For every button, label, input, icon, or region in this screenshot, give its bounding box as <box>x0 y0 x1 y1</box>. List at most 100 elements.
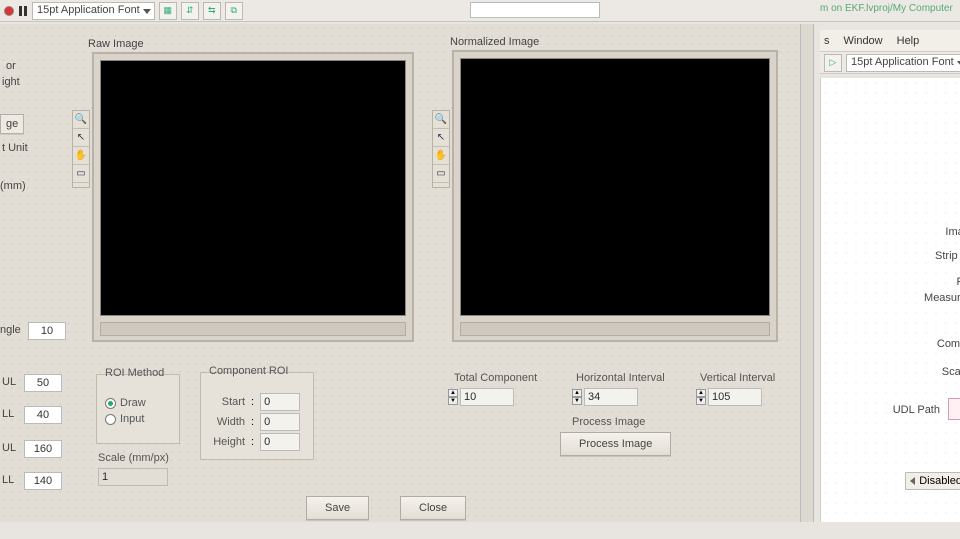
disabled-selector[interactable]: Disabled <box>905 472 960 490</box>
spin-up-icon[interactable]: ▲ <box>448 389 458 397</box>
button-fragment-ge[interactable]: ge <box>0 114 24 134</box>
reorder-icon[interactable]: ⧉ <box>225 2 243 20</box>
font-selector-label: 15pt Application Font <box>37 4 140 16</box>
zoom-icon[interactable]: 🔍 <box>433 111 449 129</box>
norm-image-canvas <box>460 58 770 316</box>
align-icon-1[interactable]: ▦ <box>159 2 177 20</box>
start-label: Start <box>209 396 245 408</box>
secondary-window-title: m on EKF.lvproj/My Computer <box>820 3 960 14</box>
menu-help[interactable]: Help <box>897 35 920 47</box>
roi-draw-label: Draw <box>120 397 146 409</box>
ul2-input[interactable] <box>24 440 62 458</box>
ul1-label: UL <box>2 376 16 388</box>
rlabel-roi: ROI <box>956 276 960 288</box>
total-component-input[interactable] <box>460 388 514 406</box>
spin-down-icon[interactable]: ▼ <box>572 397 582 405</box>
label-fragment-mm: (mm) <box>0 180 26 192</box>
zoom-icon[interactable]: 🔍 <box>73 111 89 129</box>
spin-down-icon[interactable]: ▼ <box>696 397 706 405</box>
save-button[interactable]: Save <box>306 496 369 520</box>
scale-px-label: Scale (mm/px) <box>98 452 169 464</box>
total-component-spinner[interactable]: ▲▼ <box>448 388 514 406</box>
udl-path-node-icon[interactable] <box>948 398 960 420</box>
norm-image-caption <box>460 322 770 336</box>
sec-run-icon[interactable]: ▷ <box>824 54 842 72</box>
angle-label: ngle <box>0 324 21 336</box>
search-input[interactable] <box>470 2 600 18</box>
ll2-label: LL <box>2 474 14 486</box>
scale-px-input[interactable] <box>98 468 168 486</box>
roi-input-radio[interactable]: Input <box>105 413 171 425</box>
sec-font-label: 15pt Application Font <box>851 56 954 68</box>
roi-method-legend: ROI Method <box>103 367 166 379</box>
rlabel-strip: Strip Ma <box>935 250 960 262</box>
front-panel: or ight ge t Unit (mm) ngle UL LL UL LL … <box>0 24 806 522</box>
spin-down-icon[interactable]: ▼ <box>448 397 458 405</box>
align-icon-2[interactable]: ⇵ <box>181 2 199 20</box>
roi-method-group: ROI Method Draw Input <box>96 374 180 444</box>
align-icon-3[interactable]: ⇆ <box>203 2 221 20</box>
h-interval-label: Horizontal Interval <box>576 372 665 384</box>
rlabel-meas: Measurem <box>924 292 960 304</box>
radio-off-icon <box>105 414 116 425</box>
spin-up-icon[interactable]: ▲ <box>572 389 582 397</box>
label-fragment-ight: ight <box>2 76 20 88</box>
font-selector[interactable]: 15pt Application Font <box>32 2 155 20</box>
height-input[interactable] <box>260 433 300 451</box>
rlabel-image: Image <box>945 226 960 238</box>
rlabel-compor: Compor <box>937 338 960 350</box>
width-label: Width <box>209 416 245 428</box>
ll1-input[interactable] <box>24 406 62 424</box>
norm-image-display[interactable] <box>452 50 778 342</box>
v-interval-label: Vertical Interval <box>700 372 775 384</box>
raw-image-canvas <box>100 60 406 316</box>
pointer-icon[interactable]: ↖ <box>73 129 89 147</box>
start-input[interactable] <box>260 393 300 411</box>
total-component-label: Total Component <box>454 372 537 384</box>
v-interval-spinner[interactable]: ▲▼ <box>696 388 762 406</box>
h-interval-input[interactable] <box>584 388 638 406</box>
ul2-label: UL <box>2 442 16 454</box>
radio-on-icon <box>105 398 116 409</box>
rect-icon[interactable]: ▭ <box>433 165 449 183</box>
ll1-label: LL <box>2 408 14 420</box>
secondary-menu-bar: s Window Help <box>820 30 960 52</box>
roi-draw-radio[interactable]: Draw <box>105 397 171 409</box>
sec-font-selector[interactable]: 15pt Application Font <box>846 54 960 72</box>
spin-up-icon[interactable]: ▲ <box>696 389 706 397</box>
rect-icon[interactable]: ▭ <box>73 165 89 183</box>
disabled-label: Disabled <box>919 475 960 487</box>
roi-input-label: Input <box>120 413 144 425</box>
h-interval-spinner[interactable]: ▲▼ <box>572 388 638 406</box>
rlabel-scale: Scale ( <box>942 366 960 378</box>
width-input[interactable] <box>260 413 300 431</box>
menu-fragment-s[interactable]: s <box>824 35 830 47</box>
v-interval-input[interactable] <box>708 388 762 406</box>
main-toolbar: 15pt Application Font ▦ ⇵ ⇆ ⧉ <box>0 0 960 22</box>
ul1-input[interactable] <box>24 374 62 392</box>
front-panel-scrollbar[interactable] <box>800 24 814 522</box>
ll2-input[interactable] <box>24 472 62 490</box>
angle-input[interactable] <box>28 322 66 340</box>
raw-image-caption <box>100 322 406 336</box>
close-button[interactable]: Close <box>400 496 466 520</box>
menu-window[interactable]: Window <box>844 35 883 47</box>
raw-image-label: Raw Image <box>88 38 144 50</box>
hand-icon[interactable]: ✋ <box>73 147 89 165</box>
chevron-down-icon <box>143 9 151 14</box>
raw-image-display[interactable] <box>92 52 414 342</box>
run-indicator-icon[interactable] <box>4 6 14 16</box>
chevron-left-icon <box>910 477 915 485</box>
norm-image-label: Normalized Image <box>450 36 539 48</box>
secondary-toolbar: ▷ 15pt Application Font <box>820 52 960 74</box>
hand-icon[interactable]: ✋ <box>433 147 449 165</box>
pointer-icon[interactable]: ↖ <box>433 129 449 147</box>
label-fragment-tunit: t Unit <box>2 142 28 154</box>
block-diagram-panel: Image Strip Ma ROI Measurem Compor Scale… <box>820 78 960 522</box>
height-label: Height <box>209 436 245 448</box>
process-image-label: Process Image <box>572 416 645 428</box>
pause-icon[interactable] <box>18 6 28 16</box>
raw-tool-palette: 🔍 ↖ ✋ ▭ <box>72 110 90 188</box>
component-roi-group: Component ROI Start : Width : Height : <box>200 372 314 460</box>
process-image-button[interactable]: Process Image <box>560 432 671 456</box>
